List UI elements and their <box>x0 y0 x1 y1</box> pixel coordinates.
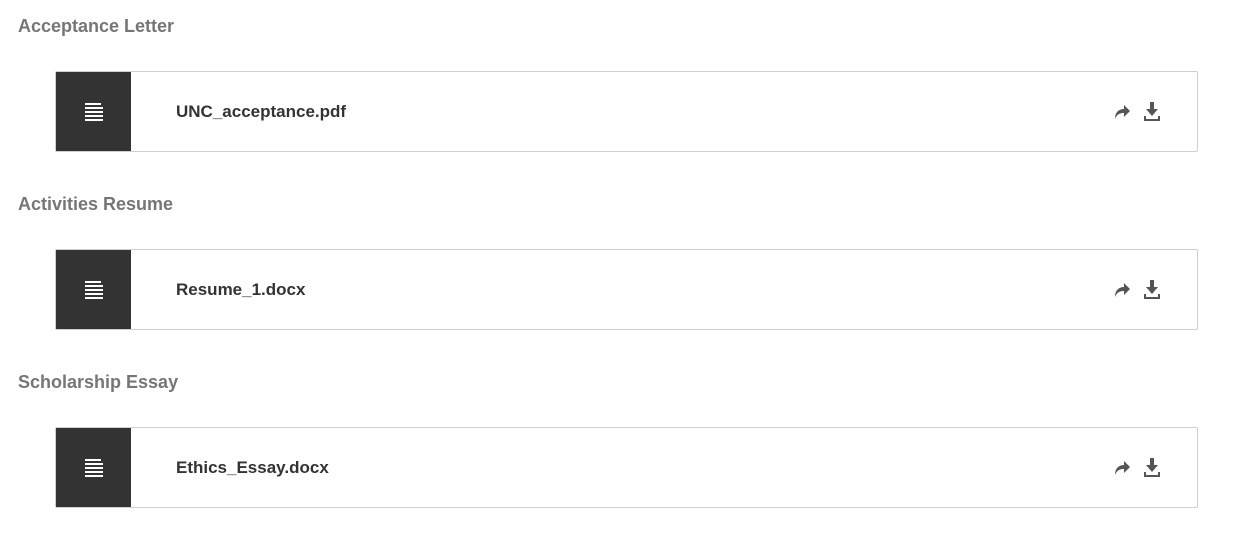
section-title-scholarship-essay: Scholarship Essay <box>18 372 179 392</box>
section-title-activities-resume: Activities Resume <box>18 194 174 214</box>
share-button[interactable] <box>1111 101 1133 123</box>
file-name-link[interactable]: Resume_1.docx <box>176 250 305 329</box>
share-icon <box>1115 283 1130 297</box>
share-icon <box>1115 105 1130 119</box>
share-button[interactable] <box>1111 457 1133 479</box>
file-type-box <box>56 72 131 151</box>
section-title-acceptance-letter: Acceptance Letter <box>18 16 175 36</box>
file-type-box <box>56 250 131 329</box>
share-icon <box>1115 461 1130 475</box>
file-type-box <box>56 428 131 507</box>
download-button[interactable] <box>1141 101 1163 123</box>
file-card[interactable]: UNC_acceptance.pdf <box>55 71 1198 152</box>
share-button[interactable] <box>1111 279 1133 301</box>
file-card[interactable]: Ethics_Essay.docx <box>55 427 1198 508</box>
download-button[interactable] <box>1141 457 1163 479</box>
download-icon <box>1144 458 1160 477</box>
document-lines-icon <box>84 280 103 299</box>
file-name-link[interactable]: UNC_acceptance.pdf <box>176 72 346 151</box>
document-lines-icon <box>84 458 103 477</box>
download-button[interactable] <box>1141 279 1163 301</box>
file-card[interactable]: Resume_1.docx <box>55 249 1198 330</box>
download-icon <box>1144 102 1160 121</box>
document-lines-icon <box>84 102 103 121</box>
file-name-link[interactable]: Ethics_Essay.docx <box>176 428 329 507</box>
download-icon <box>1144 280 1160 299</box>
